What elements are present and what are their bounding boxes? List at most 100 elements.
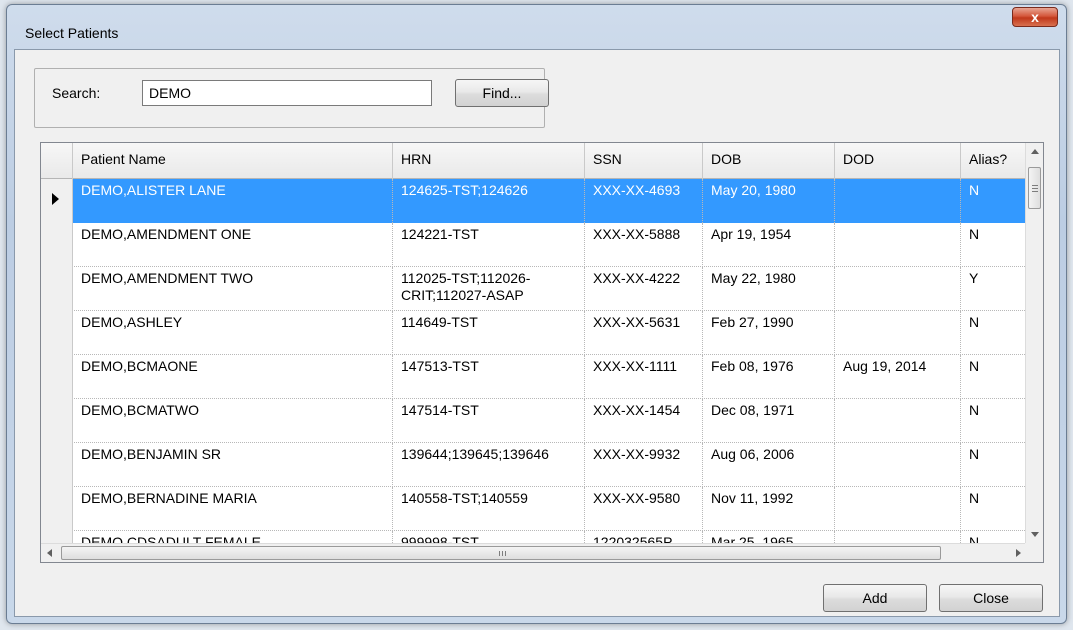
table-row[interactable]: DEMO,BCMATWO 147514-TST XXX-XX-1454 Dec 08,… bbox=[41, 399, 1027, 443]
scroll-down-icon[interactable] bbox=[1031, 532, 1039, 537]
cell-dob[interactable]: Nov 11, 1992 bbox=[703, 487, 835, 531]
cell-hrn[interactable]: 147513-TST bbox=[393, 355, 585, 399]
search-input[interactable] bbox=[142, 80, 432, 106]
cell-dod[interactable] bbox=[835, 443, 961, 487]
cell-patient-name[interactable]: DEMO,BCMATWO bbox=[73, 399, 393, 443]
cell-patient-name[interactable]: DEMO,BCMAONE bbox=[73, 355, 393, 399]
cell-patient-name[interactable]: DEMO,ASHLEY bbox=[73, 311, 393, 355]
column-header-ssn[interactable]: SSN bbox=[585, 143, 703, 179]
row-header[interactable] bbox=[41, 223, 73, 267]
cell-dob[interactable]: May 22, 1980 bbox=[703, 267, 835, 311]
table-row[interactable]: DEMO,AMENDMENT ONE 124221-TST XXX-XX-5888 A… bbox=[41, 223, 1027, 267]
cell-dob[interactable]: Feb 08, 1976 bbox=[703, 355, 835, 399]
title-bar[interactable]: Select Patients x bbox=[7, 5, 1066, 49]
table-row[interactable]: DEMO,ALISTER LANE 124625-TST;124626 XXX-XX… bbox=[41, 179, 1027, 223]
cell-ssn[interactable]: XXX-XX-1454 bbox=[585, 399, 703, 443]
table-row[interactable]: DEMO,ASHLEY 114649-TST XXX-XX-5631 Feb 27, … bbox=[41, 311, 1027, 355]
cell-ssn[interactable]: XXX-XX-1111 bbox=[585, 355, 703, 399]
column-header-dob[interactable]: DOB bbox=[703, 143, 835, 179]
cell-dob[interactable]: May 20, 1980 bbox=[703, 179, 835, 223]
cell-dod[interactable] bbox=[835, 399, 961, 443]
cell-hrn[interactable]: 140558-TST;140559 bbox=[393, 487, 585, 531]
grip-line bbox=[1032, 191, 1038, 192]
table-row[interactable]: DEMO,BENJAMIN SR 139644;139645;139646 XXX-… bbox=[41, 443, 1027, 487]
cell-ssn[interactable]: XXX-XX-9932 bbox=[585, 443, 703, 487]
scroll-right-icon[interactable] bbox=[1016, 549, 1021, 557]
grip-line bbox=[505, 551, 506, 556]
cell-hrn[interactable]: 124221-TST bbox=[393, 223, 585, 267]
cell-hrn[interactable]: 139644;139645;139646 bbox=[393, 443, 585, 487]
cell-dob[interactable]: Aug 06, 2006 bbox=[703, 443, 835, 487]
close-icon: x bbox=[1031, 9, 1039, 25]
cell-dod[interactable] bbox=[835, 267, 961, 311]
scrollbar-corner bbox=[1025, 543, 1043, 562]
cell-hrn[interactable]: 147514-TST bbox=[393, 399, 585, 443]
horizontal-scroll-thumb[interactable] bbox=[61, 546, 941, 560]
grip-line bbox=[1032, 185, 1038, 186]
cell-alias[interactable]: N bbox=[961, 223, 1027, 267]
table-row[interactable]: DEMO,BERNADINE MARIA 140558-TST;140559 XXX… bbox=[41, 487, 1027, 531]
cell-patient-name[interactable]: DEMO,ALISTER LANE bbox=[73, 179, 393, 223]
cell-alias[interactable]: N bbox=[961, 443, 1027, 487]
cell-dob[interactable]: Dec 08, 1971 bbox=[703, 399, 835, 443]
cell-dob[interactable]: Apr 19, 1954 bbox=[703, 223, 835, 267]
search-group: Search: Find... bbox=[34, 68, 549, 128]
grid-header: Patient Name HRN SSN DOB DOD Alias? bbox=[41, 143, 1027, 179]
row-header-corner bbox=[41, 143, 73, 179]
cell-patient-name[interactable]: DEMO,AMENDMENT TWO bbox=[73, 267, 393, 311]
vertical-scroll-thumb[interactable] bbox=[1028, 167, 1041, 209]
cell-hrn[interactable]: 114649-TST bbox=[393, 311, 585, 355]
cell-alias[interactable]: Y bbox=[961, 267, 1027, 311]
cell-dod[interactable] bbox=[835, 311, 961, 355]
cell-alias[interactable]: N bbox=[961, 179, 1027, 223]
cell-ssn[interactable]: XXX-XX-9580 bbox=[585, 487, 703, 531]
select-patients-window: Select Patients x Search: Find... Patien… bbox=[6, 4, 1067, 624]
row-header[interactable] bbox=[41, 267, 73, 311]
vertical-scrollbar[interactable] bbox=[1025, 143, 1043, 543]
cell-hrn[interactable]: 112025-TST;112026-CRIT;112027-ASAP bbox=[393, 267, 585, 311]
cell-alias[interactable]: N bbox=[961, 311, 1027, 355]
cell-dod[interactable] bbox=[835, 487, 961, 531]
row-header[interactable] bbox=[41, 487, 73, 531]
window-title: Select Patients bbox=[25, 25, 119, 41]
cell-ssn[interactable]: XXX-XX-5888 bbox=[585, 223, 703, 267]
scroll-left-icon[interactable] bbox=[47, 549, 52, 557]
cell-hrn[interactable]: 124625-TST;124626 bbox=[393, 179, 585, 223]
cell-ssn[interactable]: XXX-XX-4693 bbox=[585, 179, 703, 223]
horizontal-scrollbar[interactable] bbox=[41, 543, 1027, 562]
grip-line bbox=[1032, 188, 1038, 189]
column-header-alias[interactable]: Alias? bbox=[961, 143, 1027, 179]
cell-patient-name[interactable]: DEMO,AMENDMENT ONE bbox=[73, 223, 393, 267]
cell-ssn[interactable]: XXX-XX-4222 bbox=[585, 267, 703, 311]
cell-patient-name[interactable]: DEMO,BERNADINE MARIA bbox=[73, 487, 393, 531]
row-header[interactable] bbox=[41, 179, 73, 223]
cell-dod[interactable] bbox=[835, 223, 961, 267]
cell-ssn[interactable]: XXX-XX-5631 bbox=[585, 311, 703, 355]
cell-dod[interactable] bbox=[835, 179, 961, 223]
cell-alias[interactable]: N bbox=[961, 355, 1027, 399]
row-header[interactable] bbox=[41, 399, 73, 443]
table-row[interactable]: DEMO,AMENDMENT TWO 112025-TST;112026-CRIT… bbox=[41, 267, 1027, 311]
dialog-client-area: Search: Find... Patient Name HRN SSN DOB… bbox=[14, 49, 1060, 617]
row-indicator-arrow-icon bbox=[52, 193, 59, 205]
add-button[interactable]: Add bbox=[823, 584, 927, 612]
cell-alias[interactable]: N bbox=[961, 487, 1027, 531]
cell-alias[interactable]: N bbox=[961, 399, 1027, 443]
search-label: Search: bbox=[52, 85, 101, 101]
find-button[interactable]: Find... bbox=[455, 79, 549, 107]
table-row[interactable]: DEMO,BCMAONE 147513-TST XXX-XX-1111 Feb 08,… bbox=[41, 355, 1027, 399]
column-header-dod[interactable]: DOD bbox=[835, 143, 961, 179]
window-close-button[interactable]: x bbox=[1012, 7, 1058, 27]
patients-grid[interactable]: Patient Name HRN SSN DOB DOD Alias? DEMO… bbox=[40, 142, 1044, 563]
column-header-patient-name[interactable]: Patient Name bbox=[73, 143, 393, 179]
row-header[interactable] bbox=[41, 311, 73, 355]
row-header[interactable] bbox=[41, 355, 73, 399]
cell-dod[interactable]: Aug 19, 2014 bbox=[835, 355, 961, 399]
cell-patient-name[interactable]: DEMO,BENJAMIN SR bbox=[73, 443, 393, 487]
column-header-hrn[interactable]: HRN bbox=[393, 143, 585, 179]
close-button[interactable]: Close bbox=[939, 584, 1043, 612]
row-header[interactable] bbox=[41, 443, 73, 487]
scroll-up-icon[interactable] bbox=[1031, 149, 1039, 154]
cell-dob[interactable]: Feb 27, 1990 bbox=[703, 311, 835, 355]
grip-line bbox=[499, 551, 500, 556]
